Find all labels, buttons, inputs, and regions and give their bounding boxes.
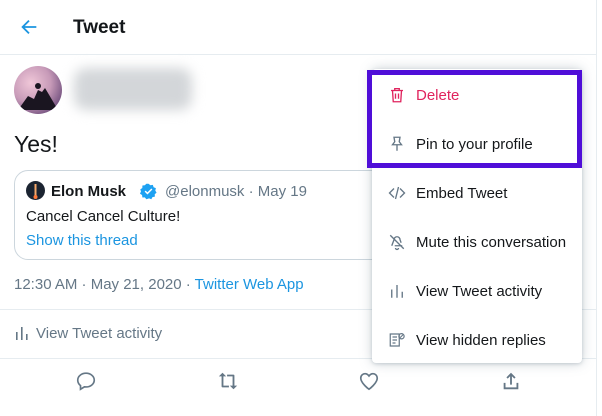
share-icon[interactable] [500,370,522,392]
menu-item-hidden-replies[interactable]: View hidden replies [372,316,582,365]
show-thread-link[interactable]: Show this thread [26,232,138,249]
reply-icon[interactable] [75,370,97,392]
quoted-text: Cancel Cancel Culture! [26,208,181,225]
page-header: Tweet [0,0,596,55]
tweet-timestamp[interactable]: 12:30 AM · May 21, 2020 · [14,276,195,293]
tweet-actions [0,370,596,398]
menu-item-label: View Tweet activity [416,283,543,300]
menu-item-embed[interactable]: Embed Tweet [372,169,582,218]
menu-item-mute[interactable]: Mute this conversation [372,218,582,267]
quoted-handle-date: @elonmusk · May 19 [165,183,307,200]
menu-item-label: Embed Tweet [416,185,508,202]
activity-label: View Tweet activity [36,325,163,342]
menu-item-activity[interactable]: View Tweet activity [372,267,582,316]
tweet-meta: 12:30 AM · May 21, 2020 · Twitter Web Ap… [14,276,304,293]
hidden-replies-icon [389,333,405,347]
verified-badge-icon [140,183,157,200]
blurred-author-name [74,68,192,110]
tweet-text: Yes! [14,131,58,157]
activity-icon [16,327,28,340]
activity-icon [391,285,403,298]
menu-item-label: Mute this conversation [416,234,567,251]
highlight-annotation-box [367,70,582,168]
like-icon[interactable] [358,370,380,392]
mute-icon [389,234,405,251]
tweet-source-link[interactable]: Twitter Web App [195,276,304,293]
rocket-icon [33,184,38,199]
back-arrow-icon[interactable] [18,16,40,38]
quoted-author-name: Elon Musk [51,183,127,200]
avatar-silhouette-icon [18,83,58,110]
retweet-icon[interactable] [217,370,239,392]
code-icon [388,186,406,200]
avatar[interactable] [14,66,62,114]
menu-item-label: View hidden replies [416,332,546,349]
quoted-avatar [26,181,45,200]
view-tweet-activity-link[interactable]: View Tweet activity [14,325,162,342]
page-title: Tweet [73,17,126,38]
